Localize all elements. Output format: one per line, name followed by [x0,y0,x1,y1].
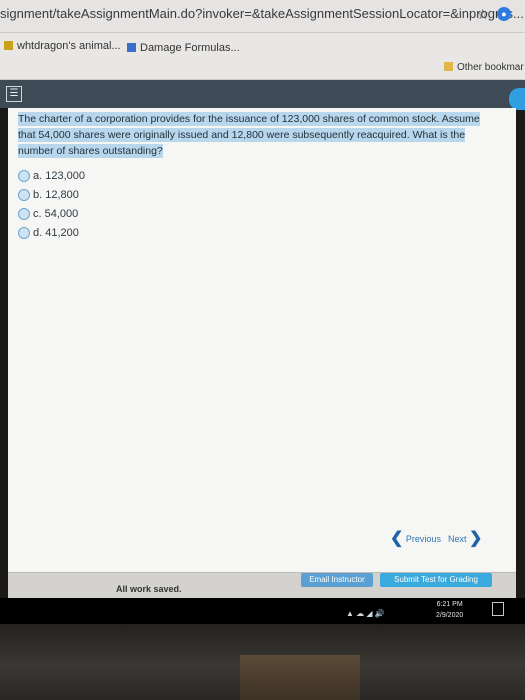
option-value: 123,000 [45,169,86,182]
radio-button[interactable] [18,207,30,220]
app-header: ☰ [0,80,525,110]
clock-date: 2/9/2020 [436,612,464,619]
desk-object [240,655,360,700]
option-letter: d. [33,226,43,239]
clock-time: 6:21 PM [436,601,463,608]
option-letter: c. [33,207,42,220]
option-c[interactable]: c. 54,000 [18,204,85,223]
radio-button[interactable] [18,188,30,201]
answer-options: a. 123,000 b. 12,800 c. 54,000 d. 41,200 [18,166,85,242]
option-a[interactable]: a. 123,000 [18,166,85,185]
option-letter: b. [33,188,43,201]
save-status: All work saved. [116,584,182,594]
option-d[interactable]: d. 41,200 [18,223,85,242]
bookmark-item[interactable]: Damage Formulas... [127,42,240,54]
submit-test-button[interactable]: Submit Test for Grading [380,573,492,587]
option-value: 54,000 [44,207,79,220]
previous-button[interactable]: ❮ Previous [390,531,441,547]
previous-label: Previous [405,534,441,544]
email-instructor-button[interactable]: Email Instructor [301,573,373,587]
other-bookmarks[interactable]: Other bookmar [444,62,524,73]
bookmark-label: Other bookmar [457,62,524,73]
star-icon[interactable]: ☆ [476,6,489,23]
url-text[interactable]: signment/takeAssignmentMain.do?invoker=&… [0,6,524,21]
system-tray-icons[interactable]: ▲ ☁ ◢ 🔊 [346,609,385,618]
footer-bar: All work saved. Email Instructor Submit … [8,572,516,599]
option-value: 41,200 [45,226,79,239]
menu-icon[interactable]: ☰ [6,86,22,102]
radio-button[interactable] [18,226,30,239]
bookmark-icon [4,41,13,50]
question-panel: The charter of a corporation provides fo… [8,108,516,572]
notification-icon[interactable] [492,602,504,616]
question-text: The charter of a corporation provides fo… [18,111,488,159]
next-button[interactable]: Next ❯ [448,531,482,547]
bookmark-item[interactable]: whtdragon's animal... [4,40,121,52]
profile-icon[interactable]: ● [497,7,511,21]
option-letter: a. [33,169,43,182]
option-value: 12,800 [45,188,79,201]
browser-address-bar[interactable]: signment/takeAssignmentMain.do?invoker=&… [0,0,525,33]
bookmark-label: whtdragon's animal... [17,40,121,52]
chevron-left-icon: ❮ [390,530,404,547]
next-label: Next [448,534,467,544]
option-b[interactable]: b. 12,800 [18,185,85,204]
help-tab-icon[interactable] [509,88,525,110]
taskbar: ▲ ☁ ◢ 🔊 6:21 PM 2/9/2020 [0,598,525,624]
taskbar-clock[interactable]: 6:21 PM 2/9/2020 [436,599,463,621]
question-highlight: The charter of a corporation provides fo… [18,112,480,158]
bookmark-icon [127,43,136,52]
bookmark-label: Damage Formulas... [140,42,240,54]
bookmarks-bar: whtdragon's animal... Damage Formulas...… [0,33,525,80]
folder-icon [444,62,453,71]
radio-button[interactable] [18,169,30,182]
chevron-right-icon: ❯ [469,530,483,547]
